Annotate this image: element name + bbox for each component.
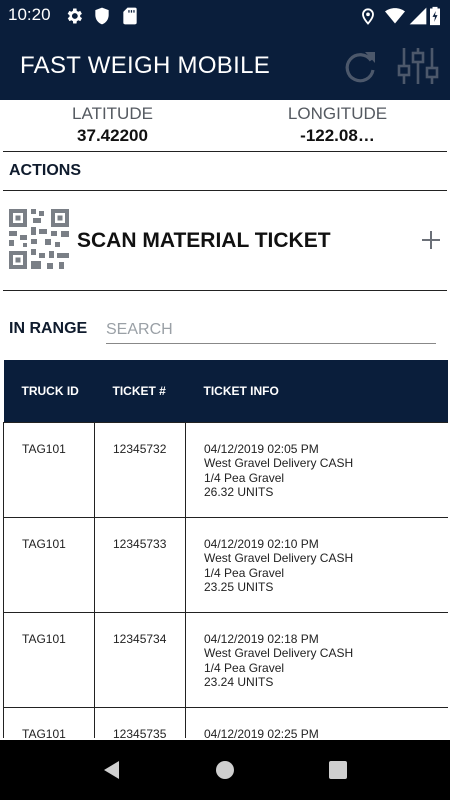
wifi-icon xyxy=(385,8,405,24)
ticket-datetime: 04/12/2019 02:25 PM xyxy=(204,726,319,739)
column-header-ticket-info[interactable]: TICKET INFO xyxy=(185,360,448,422)
table-row[interactable]: TAG101 12345735 04/12/2019 02:25 PM xyxy=(3,706,448,739)
battery-charging-icon xyxy=(430,6,440,26)
location-icon xyxy=(362,8,374,25)
divider xyxy=(3,151,447,152)
column-header-truck-id[interactable]: TRUCK ID xyxy=(3,360,95,422)
ticket-quantity: 23.24 UNITS xyxy=(204,675,274,690)
search-input[interactable] xyxy=(106,316,436,344)
column-header-ticket-number[interactable]: TICKET # xyxy=(94,360,186,422)
ticket-material: 1/4 Pea Gravel xyxy=(204,660,285,675)
longitude-block: LONGITUDE -122.08… xyxy=(225,104,450,146)
ticket-datetime: 04/12/2019 02:05 PM xyxy=(204,441,319,456)
table-row[interactable]: TAG101 12345733 04/12/2019 02:10 PM West… xyxy=(3,516,448,613)
table-header-row: TRUCK ID TICKET # TICKET INFO xyxy=(3,360,448,422)
ticket-quantity: 26.32 UNITS xyxy=(204,485,274,500)
status-time: 10:20 xyxy=(8,5,51,24)
truck-id-cell: TAG101 xyxy=(3,516,95,613)
divider xyxy=(3,290,447,291)
gear-icon xyxy=(67,8,82,24)
ticket-datetime: 04/12/2019 02:10 PM xyxy=(204,536,319,551)
plus-icon[interactable] xyxy=(421,230,441,250)
latitude-label: LATITUDE xyxy=(72,104,153,123)
scan-material-ticket-button[interactable]: SCAN MATERIAL TICKET xyxy=(0,192,450,290)
signal-icon xyxy=(409,7,427,25)
qr-code-icon xyxy=(9,209,69,269)
in-range-title: IN RANGE xyxy=(9,320,88,337)
ticket-material: 1/4 Pea Gravel xyxy=(204,565,285,580)
ticket-material: 1/4 Pea Gravel xyxy=(204,470,285,485)
recents-icon[interactable] xyxy=(326,758,350,782)
ticket-number-cell: 12345732 xyxy=(94,421,186,518)
ticket-quantity: 23.25 UNITS xyxy=(204,580,274,595)
ticket-customer: West Gravel Delivery CASH xyxy=(204,551,354,566)
latitude-block: LATITUDE 37.42200 xyxy=(0,104,225,146)
home-icon[interactable] xyxy=(213,758,237,782)
truck-id-cell: TAG101 xyxy=(3,421,95,518)
longitude-label: LONGITUDE xyxy=(287,104,388,123)
actions-title: ACTIONS xyxy=(9,162,81,179)
table-row[interactable]: TAG101 12345732 04/12/2019 02:05 PM West… xyxy=(3,421,448,518)
divider xyxy=(3,190,447,191)
longitude-value: -122.08… xyxy=(300,126,375,145)
ticket-customer: West Gravel Delivery CASH xyxy=(204,456,354,471)
tickets-table: TRUCK ID TICKET # TICKET INFO TAG101 123… xyxy=(3,360,448,738)
refresh-icon[interactable] xyxy=(338,44,382,88)
screen: 10:20 FAST WEIGH MOBILE LATITUDE 37.4220… xyxy=(0,0,450,800)
app-title: FAST WEIGH MOBILE xyxy=(20,52,271,79)
shield-icon xyxy=(95,7,109,25)
app-bar: FAST WEIGH MOBILE xyxy=(0,32,450,100)
navigation-bar xyxy=(0,740,450,800)
ticket-number-cell: 12345733 xyxy=(94,516,186,613)
truck-id-cell: TAG101 xyxy=(3,706,95,738)
ticket-info-cell: 04/12/2019 02:18 PM West Gravel Delivery… xyxy=(185,611,448,708)
ticket-info-cell: 04/12/2019 02:05 PM West Gravel Delivery… xyxy=(185,421,448,518)
ticket-number-cell: 12345734 xyxy=(94,611,186,708)
status-bar: 10:20 xyxy=(0,0,450,32)
ticket-info-cell: 04/12/2019 02:25 PM xyxy=(185,706,448,739)
ticket-info-cell: 04/12/2019 02:10 PM West Gravel Delivery… xyxy=(185,516,448,613)
latitude-value: 37.42200 xyxy=(77,126,148,145)
ticket-number-cell: 12345735 xyxy=(94,706,186,738)
scan-material-ticket-label: SCAN MATERIAL TICKET xyxy=(77,229,331,252)
back-icon[interactable] xyxy=(100,758,124,782)
ticket-customer: West Gravel Delivery CASH xyxy=(204,646,354,661)
sd-card-icon xyxy=(123,7,137,25)
table-row[interactable]: TAG101 12345734 04/12/2019 02:18 PM West… xyxy=(3,611,448,708)
ticket-datetime: 04/12/2019 02:18 PM xyxy=(204,631,319,646)
settings-sliders-icon[interactable] xyxy=(396,44,440,88)
truck-id-cell: TAG101 xyxy=(3,611,95,708)
